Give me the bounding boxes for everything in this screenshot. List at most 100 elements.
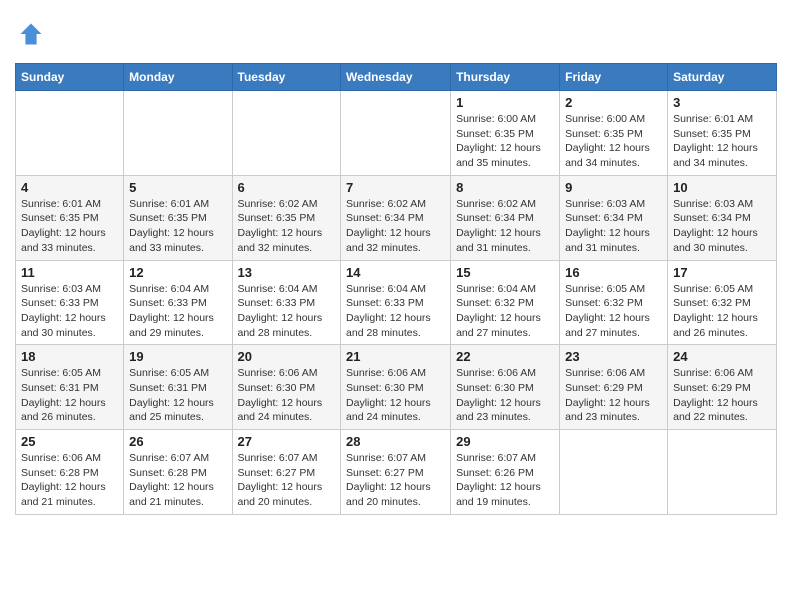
day-number: 26 — [129, 434, 226, 449]
day-info: Sunrise: 6:07 AM Sunset: 6:26 PM Dayligh… — [456, 451, 554, 510]
day-info: Sunrise: 6:05 AM Sunset: 6:31 PM Dayligh… — [129, 366, 226, 425]
logo-icon — [17, 20, 45, 48]
day-number: 24 — [673, 349, 771, 364]
calendar-cell: 16 Sunrise: 6:05 AM Sunset: 6:32 PM Dayli… — [560, 260, 668, 345]
day-number: 5 — [129, 180, 226, 195]
calendar-cell: 4 Sunrise: 6:01 AM Sunset: 6:35 PM Daylig… — [16, 175, 124, 260]
calendar-cell: 10Sunrise: 6:03 AM Sunset: 6:34 PM Dayli… — [668, 175, 777, 260]
day-info: Sunrise: 6:05 AM Sunset: 6:32 PM Dayligh… — [565, 282, 662, 341]
day-info: Sunrise: 6:00 AM Sunset: 6:35 PM Dayligh… — [565, 112, 662, 171]
calendar-cell: 23 Sunrise: 6:06 AM Sunset: 6:29 PM Dayli… — [560, 345, 668, 430]
day-number: 21 — [346, 349, 445, 364]
calendar-cell: 17 Sunrise: 6:05 AM Sunset: 6:32 PM Dayli… — [668, 260, 777, 345]
day-number: 22 — [456, 349, 554, 364]
calendar-cell: 3 Sunrise: 6:01 AM Sunset: 6:35 PM Daylig… — [668, 91, 777, 176]
week-row-1: 1 Sunrise: 6:00 AM Sunset: 6:35 PM Daylig… — [16, 91, 777, 176]
day-info: Sunrise: 6:01 AM Sunset: 6:35 PM Dayligh… — [673, 112, 771, 171]
day-info: Sunrise: 6:05 AM Sunset: 6:32 PM Dayligh… — [673, 282, 771, 341]
calendar-cell: 5 Sunrise: 6:01 AM Sunset: 6:35 PM Daylig… — [124, 175, 232, 260]
day-number: 17 — [673, 265, 771, 280]
calendar-cell: 1Sunrise: 6:00 AM Sunset: 6:35 PM Daylig… — [451, 91, 560, 176]
day-number: 20 — [238, 349, 336, 364]
day-number: 15 — [456, 265, 554, 280]
day-number: 7 — [346, 180, 445, 195]
calendar-cell: 22 Sunrise: 6:06 AM Sunset: 6:30 PM Dayli… — [451, 345, 560, 430]
col-header-saturday: Saturday — [668, 64, 777, 91]
day-info: Sunrise: 6:04 AM Sunset: 6:33 PM Dayligh… — [129, 282, 226, 341]
calendar-cell: 9Sunrise: 6:03 AM Sunset: 6:34 PM Daylig… — [560, 175, 668, 260]
day-info: Sunrise: 6:04 AM Sunset: 6:33 PM Dayligh… — [238, 282, 336, 341]
week-row-4: 18 Sunrise: 6:05 AM Sunset: 6:31 PM Dayli… — [16, 345, 777, 430]
day-info: Sunrise: 6:05 AM Sunset: 6:31 PM Dayligh… — [21, 366, 118, 425]
col-header-monday: Monday — [124, 64, 232, 91]
day-info: Sunrise: 6:06 AM Sunset: 6:29 PM Dayligh… — [673, 366, 771, 425]
calendar-cell: 6Sunrise: 6:02 AM Sunset: 6:35 PM Daylig… — [232, 175, 341, 260]
calendar-cell — [341, 91, 451, 176]
day-number: 27 — [238, 434, 336, 449]
calendar-cell — [560, 430, 668, 515]
day-info: Sunrise: 6:04 AM Sunset: 6:32 PM Dayligh… — [456, 282, 554, 341]
day-info: Sunrise: 6:07 AM Sunset: 6:27 PM Dayligh… — [238, 451, 336, 510]
day-info: Sunrise: 6:06 AM Sunset: 6:30 PM Dayligh… — [456, 366, 554, 425]
col-header-wednesday: Wednesday — [341, 64, 451, 91]
day-number: 11 — [21, 265, 118, 280]
calendar-cell — [124, 91, 232, 176]
day-number: 4 — [21, 180, 118, 195]
day-info: Sunrise: 6:02 AM Sunset: 6:34 PM Dayligh… — [456, 197, 554, 256]
calendar-cell: 25 Sunrise: 6:06 AM Sunset: 6:28 PM Dayli… — [16, 430, 124, 515]
day-info: Sunrise: 6:02 AM Sunset: 6:34 PM Dayligh… — [346, 197, 445, 256]
calendar-cell: 21 Sunrise: 6:06 AM Sunset: 6:30 PM Dayli… — [341, 345, 451, 430]
col-header-friday: Friday — [560, 64, 668, 91]
day-info: Sunrise: 6:01 AM Sunset: 6:35 PM Dayligh… — [21, 197, 118, 256]
day-info: Sunrise: 6:01 AM Sunset: 6:35 PM Dayligh… — [129, 197, 226, 256]
week-row-2: 4 Sunrise: 6:01 AM Sunset: 6:35 PM Daylig… — [16, 175, 777, 260]
day-number: 25 — [21, 434, 118, 449]
day-number: 18 — [21, 349, 118, 364]
day-info: Sunrise: 6:03 AM Sunset: 6:34 PM Dayligh… — [565, 197, 662, 256]
day-number: 19 — [129, 349, 226, 364]
calendar-cell: 11Sunrise: 6:03 AM Sunset: 6:33 PM Dayli… — [16, 260, 124, 345]
calendar-cell: 12 Sunrise: 6:04 AM Sunset: 6:33 PM Dayli… — [124, 260, 232, 345]
calendar-cell: 8 Sunrise: 6:02 AM Sunset: 6:34 PM Daylig… — [451, 175, 560, 260]
calendar-cell: 28 Sunrise: 6:07 AM Sunset: 6:27 PM Dayli… — [341, 430, 451, 515]
calendar-cell: 29 Sunrise: 6:07 AM Sunset: 6:26 PM Dayli… — [451, 430, 560, 515]
day-info: Sunrise: 6:06 AM Sunset: 6:29 PM Dayligh… — [565, 366, 662, 425]
day-info: Sunrise: 6:06 AM Sunset: 6:30 PM Dayligh… — [346, 366, 445, 425]
calendar-cell: 24 Sunrise: 6:06 AM Sunset: 6:29 PM Dayli… — [668, 345, 777, 430]
day-number: 13 — [238, 265, 336, 280]
day-info: Sunrise: 6:04 AM Sunset: 6:33 PM Dayligh… — [346, 282, 445, 341]
calendar-cell: 26 Sunrise: 6:07 AM Sunset: 6:28 PM Dayli… — [124, 430, 232, 515]
day-info: Sunrise: 6:06 AM Sunset: 6:28 PM Dayligh… — [21, 451, 118, 510]
calendar-cell: 13 Sunrise: 6:04 AM Sunset: 6:33 PM Dayli… — [232, 260, 341, 345]
calendar-header-row: SundayMondayTuesdayWednesdayThursdayFrid… — [16, 64, 777, 91]
week-row-5: 25 Sunrise: 6:06 AM Sunset: 6:28 PM Dayli… — [16, 430, 777, 515]
day-number: 29 — [456, 434, 554, 449]
day-number: 2 — [565, 95, 662, 110]
day-number: 3 — [673, 95, 771, 110]
day-number: 12 — [129, 265, 226, 280]
calendar-cell: 20 Sunrise: 6:06 AM Sunset: 6:30 PM Dayli… — [232, 345, 341, 430]
day-number: 28 — [346, 434, 445, 449]
week-row-3: 11Sunrise: 6:03 AM Sunset: 6:33 PM Dayli… — [16, 260, 777, 345]
calendar-cell: 18 Sunrise: 6:05 AM Sunset: 6:31 PM Dayli… — [16, 345, 124, 430]
day-number: 1 — [456, 95, 554, 110]
day-info: Sunrise: 6:07 AM Sunset: 6:28 PM Dayligh… — [129, 451, 226, 510]
calendar-cell: 2 Sunrise: 6:00 AM Sunset: 6:35 PM Daylig… — [560, 91, 668, 176]
calendar-cell: 19 Sunrise: 6:05 AM Sunset: 6:31 PM Dayli… — [124, 345, 232, 430]
calendar-cell: 15 Sunrise: 6:04 AM Sunset: 6:32 PM Dayli… — [451, 260, 560, 345]
calendar-cell — [668, 430, 777, 515]
day-number: 8 — [456, 180, 554, 195]
logo — [15, 20, 49, 53]
day-info: Sunrise: 6:02 AM Sunset: 6:35 PM Dayligh… — [238, 197, 336, 256]
day-number: 10 — [673, 180, 771, 195]
calendar-cell — [16, 91, 124, 176]
col-header-thursday: Thursday — [451, 64, 560, 91]
calendar-cell: 14Sunrise: 6:04 AM Sunset: 6:33 PM Dayli… — [341, 260, 451, 345]
col-header-sunday: Sunday — [16, 64, 124, 91]
day-number: 16 — [565, 265, 662, 280]
day-number: 23 — [565, 349, 662, 364]
calendar-table: SundayMondayTuesdayWednesdayThursdayFrid… — [15, 63, 777, 515]
day-info: Sunrise: 6:06 AM Sunset: 6:30 PM Dayligh… — [238, 366, 336, 425]
day-info: Sunrise: 6:07 AM Sunset: 6:27 PM Dayligh… — [346, 451, 445, 510]
calendar-cell: 7 Sunrise: 6:02 AM Sunset: 6:34 PM Daylig… — [341, 175, 451, 260]
